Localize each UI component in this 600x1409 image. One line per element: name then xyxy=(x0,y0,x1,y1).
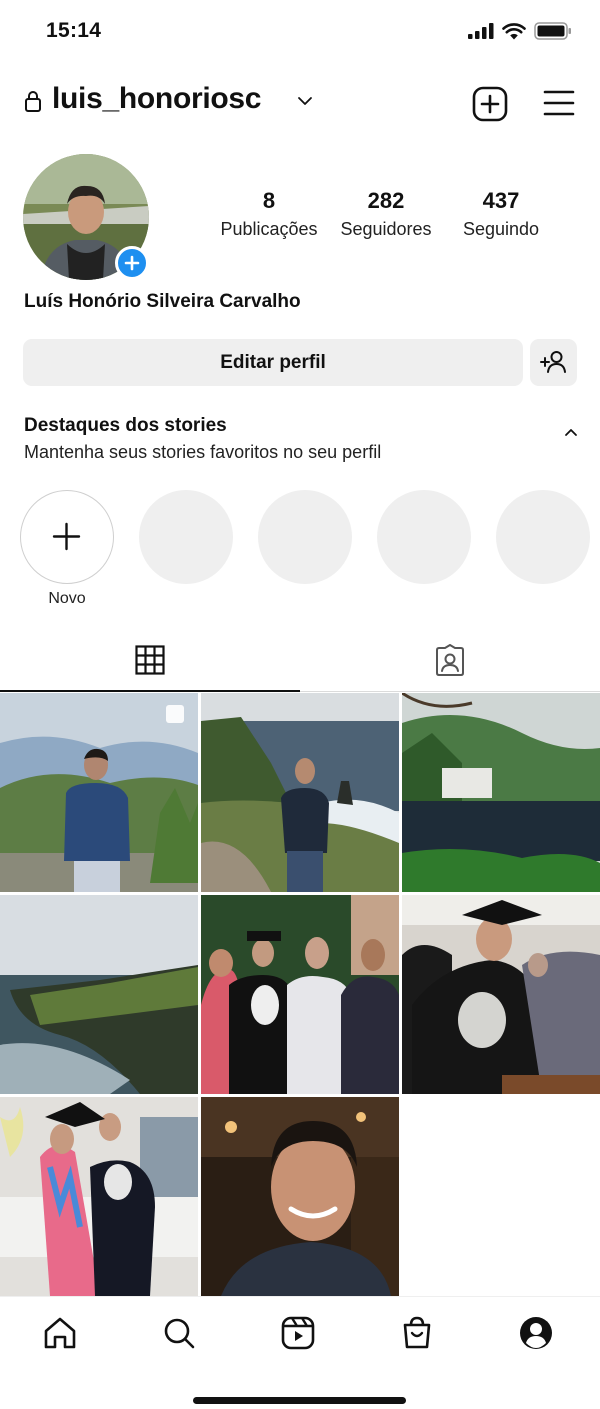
following-count-value: 437 xyxy=(482,188,520,213)
tagged-icon xyxy=(436,644,464,676)
add-person-icon xyxy=(540,351,566,373)
menu-icon[interactable] xyxy=(542,88,576,118)
edit-profile-button[interactable]: Editar perfil xyxy=(23,339,523,386)
following-count[interactable]: 437 Seguindo xyxy=(450,188,552,240)
chevron-up-icon[interactable] xyxy=(560,424,582,440)
new-post-icon[interactable] xyxy=(472,86,508,122)
highlight-placeholder xyxy=(258,490,352,584)
bottom-navigation xyxy=(0,1296,600,1371)
followers-count-label: Seguidores xyxy=(340,219,432,239)
posts-count-value: 8 xyxy=(262,188,276,213)
highlight-placeholder xyxy=(377,490,471,584)
status-icons xyxy=(468,22,572,40)
highlights-title: Destaques dos stories xyxy=(24,415,227,436)
profile-avatar[interactable] xyxy=(23,154,149,280)
post-thumbnail[interactable] xyxy=(0,693,198,892)
grid-icon xyxy=(135,645,165,675)
post-thumbnail[interactable] xyxy=(0,895,198,1094)
post-thumbnail[interactable] xyxy=(0,1097,198,1296)
following-count-label: Seguindo xyxy=(462,219,540,239)
home-icon[interactable] xyxy=(40,1313,80,1353)
highlight-placeholder xyxy=(496,490,590,584)
post-thumbnail[interactable] xyxy=(402,895,600,1094)
add-story-button[interactable] xyxy=(115,246,149,280)
battery-icon xyxy=(534,22,571,40)
new-highlight-button[interactable] xyxy=(20,490,114,584)
new-highlight-label: Novo xyxy=(48,590,86,607)
chevron-down-icon[interactable] xyxy=(297,96,313,106)
highlight-placeholder xyxy=(139,490,233,584)
status-bar: 15:14 xyxy=(0,0,600,64)
post-thumbnail[interactable] xyxy=(402,693,600,892)
cellular-signal-icon xyxy=(468,23,494,39)
post-thumbnail[interactable] xyxy=(201,693,399,892)
plus-icon xyxy=(52,522,81,551)
posts-count[interactable]: 8 Publicações xyxy=(214,188,324,240)
reels-icon[interactable] xyxy=(278,1313,318,1353)
wifi-icon xyxy=(502,23,526,40)
tab-posts-grid[interactable] xyxy=(0,640,300,692)
tab-tagged[interactable] xyxy=(300,640,600,692)
home-indicator xyxy=(193,1397,406,1404)
lock-icon xyxy=(25,91,41,112)
plus-icon xyxy=(124,255,140,271)
shop-icon[interactable] xyxy=(397,1313,437,1353)
carousel-icon xyxy=(166,705,184,723)
status-time: 15:14 xyxy=(46,19,102,42)
profile-header: luis_honoriosc xyxy=(0,78,600,128)
followers-count-value: 282 xyxy=(367,188,405,213)
post-thumbnail[interactable] xyxy=(201,895,399,1094)
search-icon[interactable] xyxy=(159,1313,199,1353)
profile-full-name: Luís Honório Silveira Carvalho xyxy=(24,291,301,312)
username[interactable]: luis_honoriosc xyxy=(52,82,261,116)
highlights-subtitle: Mantenha seus stories favoritos no seu p… xyxy=(24,442,382,462)
discover-people-button[interactable] xyxy=(530,339,577,386)
posts-count-label: Publicações xyxy=(220,219,318,239)
post-thumbnail[interactable] xyxy=(201,1097,399,1296)
profile-icon[interactable] xyxy=(516,1313,556,1353)
followers-count[interactable]: 282 Seguidores xyxy=(330,188,442,240)
